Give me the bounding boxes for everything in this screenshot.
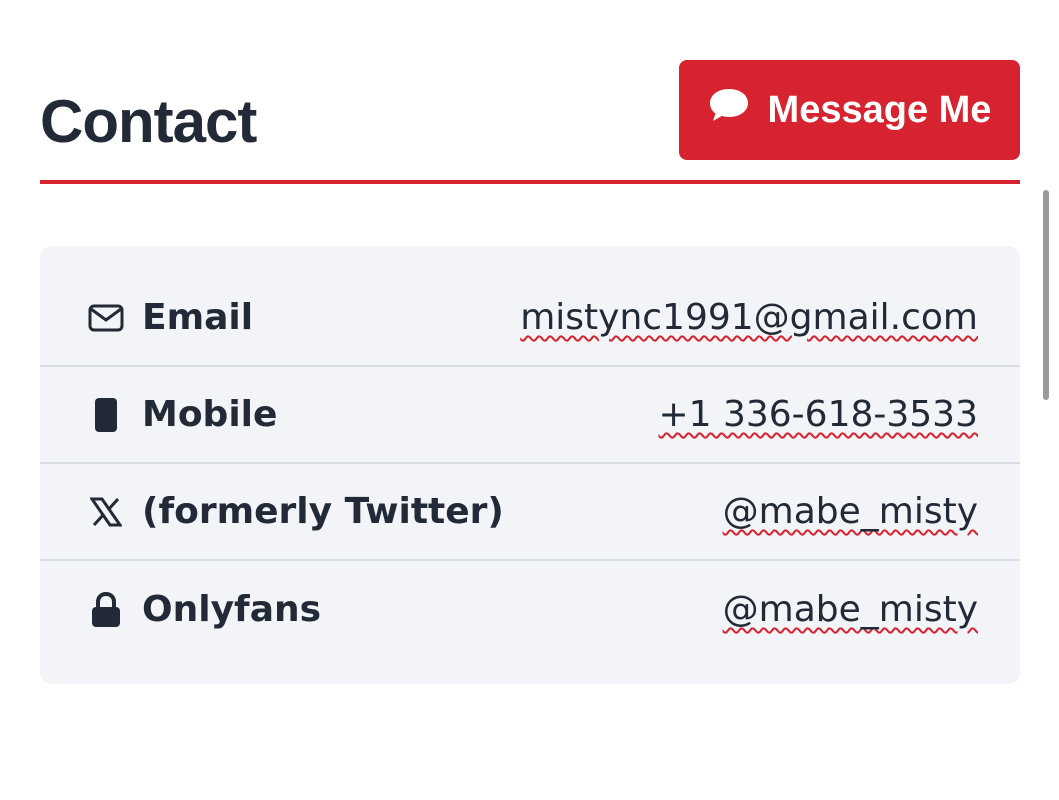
contact-label: (formerly Twitter) bbox=[142, 491, 504, 532]
contact-row-x: (formerly Twitter) @mabe_misty bbox=[40, 464, 1020, 561]
phone-link[interactable]: +1 336-618-3533 bbox=[658, 394, 978, 435]
contact-card: Email mistync1991@gmail.com Mobile +1 33… bbox=[40, 246, 1020, 684]
email-link[interactable]: mistync1991@gmail.com bbox=[520, 297, 978, 338]
contact-label: Email bbox=[142, 297, 254, 338]
contact-page: Contact Message Me Email mistync1991@gma… bbox=[0, 0, 1059, 800]
page-title: Contact bbox=[40, 88, 257, 155]
envelope-icon bbox=[86, 298, 126, 338]
scrollbar[interactable] bbox=[1043, 190, 1049, 400]
chat-bubble-icon bbox=[708, 87, 750, 133]
mobile-phone-icon bbox=[86, 395, 126, 435]
contact-row-mobile: Mobile +1 336-618-3533 bbox=[40, 367, 1020, 464]
contact-row-onlyfans: Onlyfans @mabe_misty bbox=[40, 561, 1020, 658]
message-me-label: Message Me bbox=[767, 88, 992, 131]
contact-label: Mobile bbox=[142, 394, 278, 435]
onlyfans-handle-link[interactable]: @mabe_misty bbox=[723, 589, 978, 630]
contact-header: Contact Message Me bbox=[40, 60, 1020, 182]
lock-icon bbox=[86, 590, 126, 630]
message-me-button[interactable]: Message Me bbox=[679, 60, 1020, 160]
contact-row-email: Email mistync1991@gmail.com bbox=[40, 270, 1020, 367]
x-handle-link[interactable]: @mabe_misty bbox=[723, 491, 978, 532]
title-divider bbox=[40, 180, 1020, 184]
contact-label: Onlyfans bbox=[142, 589, 322, 630]
x-logo-icon bbox=[86, 492, 126, 532]
